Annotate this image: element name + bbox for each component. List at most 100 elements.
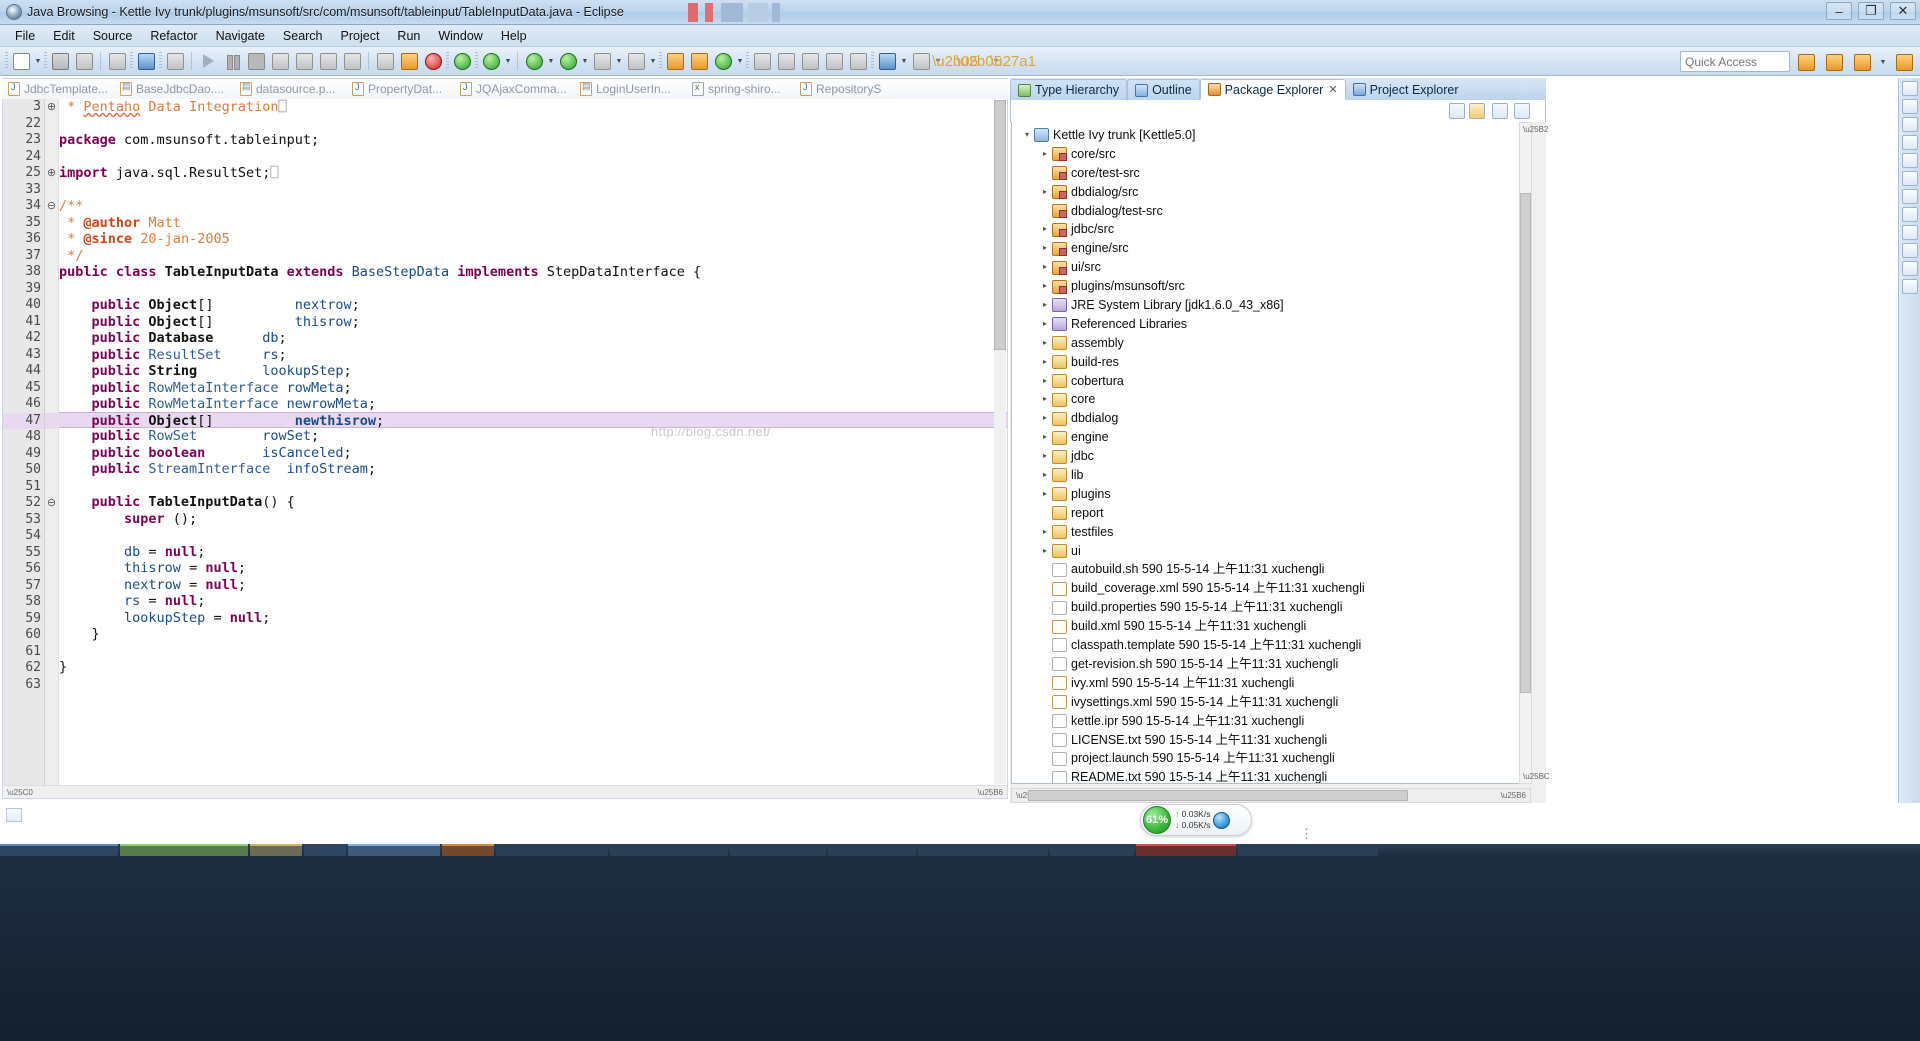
disconnect-button[interactable] (269, 50, 291, 72)
network-speed-widget[interactable]: 61% ↑ 0.03K/s ↓ 0.05K/s (1140, 804, 1252, 836)
open-type-button[interactable] (398, 50, 420, 72)
editor-tab-0[interactable]: JdbcTemplate... (2, 82, 114, 96)
refresh-button[interactable] (712, 50, 734, 72)
tree-hscroll-thumb[interactable] (1028, 790, 1408, 801)
link-with-editor-button[interactable] (1469, 103, 1485, 119)
editor-tab-6[interactable]: spring-shiro... (686, 82, 794, 96)
save-all-button[interactable] (73, 50, 95, 72)
fastview-icon[interactable] (1901, 153, 1918, 168)
tree-item[interactable]: ▸ dbdialog (1012, 409, 1530, 428)
editor-tab-2[interactable]: datasource.p... (234, 81, 346, 96)
forward-button[interactable]: \u2b05 (956, 50, 1002, 72)
taskbar-item[interactable] (1136, 844, 1236, 856)
skip-breakpoints-button[interactable] (164, 50, 186, 72)
fastview-icon[interactable] (1901, 225, 1918, 240)
editor-tab-1[interactable]: BaseJdbcDao.... (114, 81, 234, 96)
pencil-button[interactable] (775, 50, 797, 72)
tree-item[interactable]: project.launch 590 15-5-14 上午11:31 xuche… (1012, 749, 1530, 768)
code-line[interactable]: db = null; (59, 544, 1007, 561)
code-line[interactable]: public RowMetaInterface rowMeta; (59, 380, 1007, 397)
close-button[interactable]: ✕ (1890, 2, 1916, 20)
code-line[interactable] (59, 643, 1007, 660)
menu-item-navigate[interactable]: Navigate (207, 27, 274, 45)
code-line[interactable]: public ResultSet rs; (59, 347, 1007, 364)
tree-horizontal-scrollbar[interactable]: \u25C0 \u25B6 (1011, 788, 1531, 803)
menu-item-search[interactable]: Search (274, 27, 332, 45)
vscroll-down-arrow[interactable]: \u25BC (1523, 772, 1550, 781)
tree-item[interactable]: ▸ cobertura (1012, 372, 1530, 391)
toolbar-grip[interactable] (475, 52, 478, 70)
taskbar-item[interactable] (442, 844, 494, 856)
java-perspective-button[interactable] (1851, 51, 1873, 73)
fastview-icon[interactable] (1901, 207, 1918, 222)
format-button[interactable] (847, 50, 869, 72)
tree-item[interactable]: ▸ Referenced Libraries (1012, 315, 1530, 334)
print-button[interactable] (106, 50, 128, 72)
fold-toggle-icon[interactable]: ⊖ (45, 495, 58, 512)
new-java-class-button[interactable] (664, 50, 686, 72)
code-line[interactable]: * Pentaho Data Integration⎕ (59, 99, 1007, 116)
tree-item[interactable]: get-revision.sh 590 15-5-14 上午11:31 xuch… (1012, 655, 1530, 674)
tree-item[interactable]: ivysettings.xml 590 15-5-14 上午11:31 xuch… (1012, 693, 1530, 712)
code-line[interactable] (59, 149, 1007, 166)
twisty-icon[interactable]: ▸ (1038, 220, 1052, 239)
taskbar-item[interactable] (496, 844, 608, 856)
tab-type-hierarchy[interactable]: Type Hierarchy (1010, 79, 1128, 100)
hscroll-left-arrow[interactable]: \u25C0 (7, 788, 33, 797)
twisty-icon[interactable]: ▸ (1038, 353, 1052, 372)
tree-item[interactable]: README.txt 590 15-5-14 上午11:31 xuchengli (1012, 768, 1530, 783)
tree-item[interactable]: classpath.template 590 15-5-14 上午11:31 x… (1012, 636, 1530, 655)
suspend-button[interactable] (221, 50, 243, 72)
twisty-icon[interactable]: ▸ (1038, 523, 1052, 542)
code-line[interactable]: public Database db; (59, 330, 1007, 347)
tree-item[interactable]: ▸ core/src (1012, 145, 1530, 164)
tree-item[interactable]: ▸ engine/src (1012, 239, 1530, 258)
resume-button[interactable] (197, 50, 219, 72)
twisty-icon[interactable]: ▸ (1038, 145, 1052, 164)
twisty-icon[interactable]: ▸ (1038, 296, 1052, 315)
twisty-icon[interactable]: ▸ (1038, 542, 1052, 561)
toggle-markers-button[interactable] (823, 50, 845, 72)
twisty-icon[interactable]: ▸ (1038, 485, 1052, 504)
run-button[interactable] (523, 50, 545, 72)
code-line[interactable]: /** (59, 198, 1007, 215)
twisty-icon[interactable]: ▸ (1038, 428, 1052, 447)
tree-item[interactable]: report (1012, 504, 1530, 523)
code-line[interactable] (59, 281, 1007, 298)
tree-item[interactable]: ▸ engine (1012, 428, 1530, 447)
tab-outline[interactable]: Outline (1127, 79, 1200, 100)
code-line[interactable] (59, 676, 1007, 693)
code-line[interactable]: public StreamInterface infoStream; (59, 461, 1007, 478)
menu-item-run[interactable]: Run (388, 27, 429, 45)
tab-project-explorer[interactable]: Project Explorer (1346, 79, 1466, 100)
editor-horizontal-scrollbar[interactable]: \u25C0 \u25B6 (3, 785, 1007, 798)
resource-perspective-button[interactable] (1893, 51, 1915, 73)
menu-item-window[interactable]: Window (429, 27, 491, 45)
editor-vertical-scrollbar[interactable] (994, 100, 1006, 784)
code-text-area[interactable]: * Pentaho Data Integration⎕ package com.… (59, 99, 1007, 798)
hscroll-right-arrow[interactable]: \u25B6 (978, 788, 1003, 797)
code-line[interactable]: lookupStep = null; (59, 610, 1007, 627)
console-button[interactable] (135, 50, 157, 72)
tree-item[interactable]: ▸ assembly (1012, 334, 1530, 353)
menu-item-refactor[interactable]: Refactor (141, 27, 206, 45)
code-line[interactable]: super (); (59, 511, 1007, 528)
folding-column[interactable]: ⊕ ⊕ ⊖ ⊖ (45, 99, 59, 798)
tree-item[interactable]: ▸ plugins (1012, 485, 1530, 504)
tree-item[interactable]: autobuild.sh 590 15-5-14 上午11:31 xucheng… (1012, 560, 1530, 579)
minimize-button[interactable]: – (1826, 2, 1852, 20)
code-editor[interactable]: 3 22 23 24 25 33 34 35 36 37 38 39 40 41 42 43 44 45 46 47 4… (2, 99, 1008, 799)
code-line[interactable]: */ (59, 248, 1007, 265)
code-line[interactable]: } (59, 626, 1007, 643)
code-line[interactable]: public Object[] newthisrow; (59, 411, 1007, 429)
taskbar-item[interactable] (828, 844, 916, 856)
code-line[interactable] (59, 527, 1007, 544)
tree-item[interactable]: core/test-src (1012, 164, 1530, 183)
taskbar-item[interactable] (918, 844, 1048, 856)
menu-item-help[interactable]: Help (492, 27, 536, 45)
vscroll-up-arrow[interactable]: \u25B2 (1523, 125, 1548, 134)
twisty-icon[interactable]: ▾ (1020, 126, 1034, 145)
fastview-icon[interactable] (1901, 117, 1918, 132)
new-button[interactable] (10, 50, 32, 72)
menu-item-edit[interactable]: Edit (44, 27, 84, 45)
